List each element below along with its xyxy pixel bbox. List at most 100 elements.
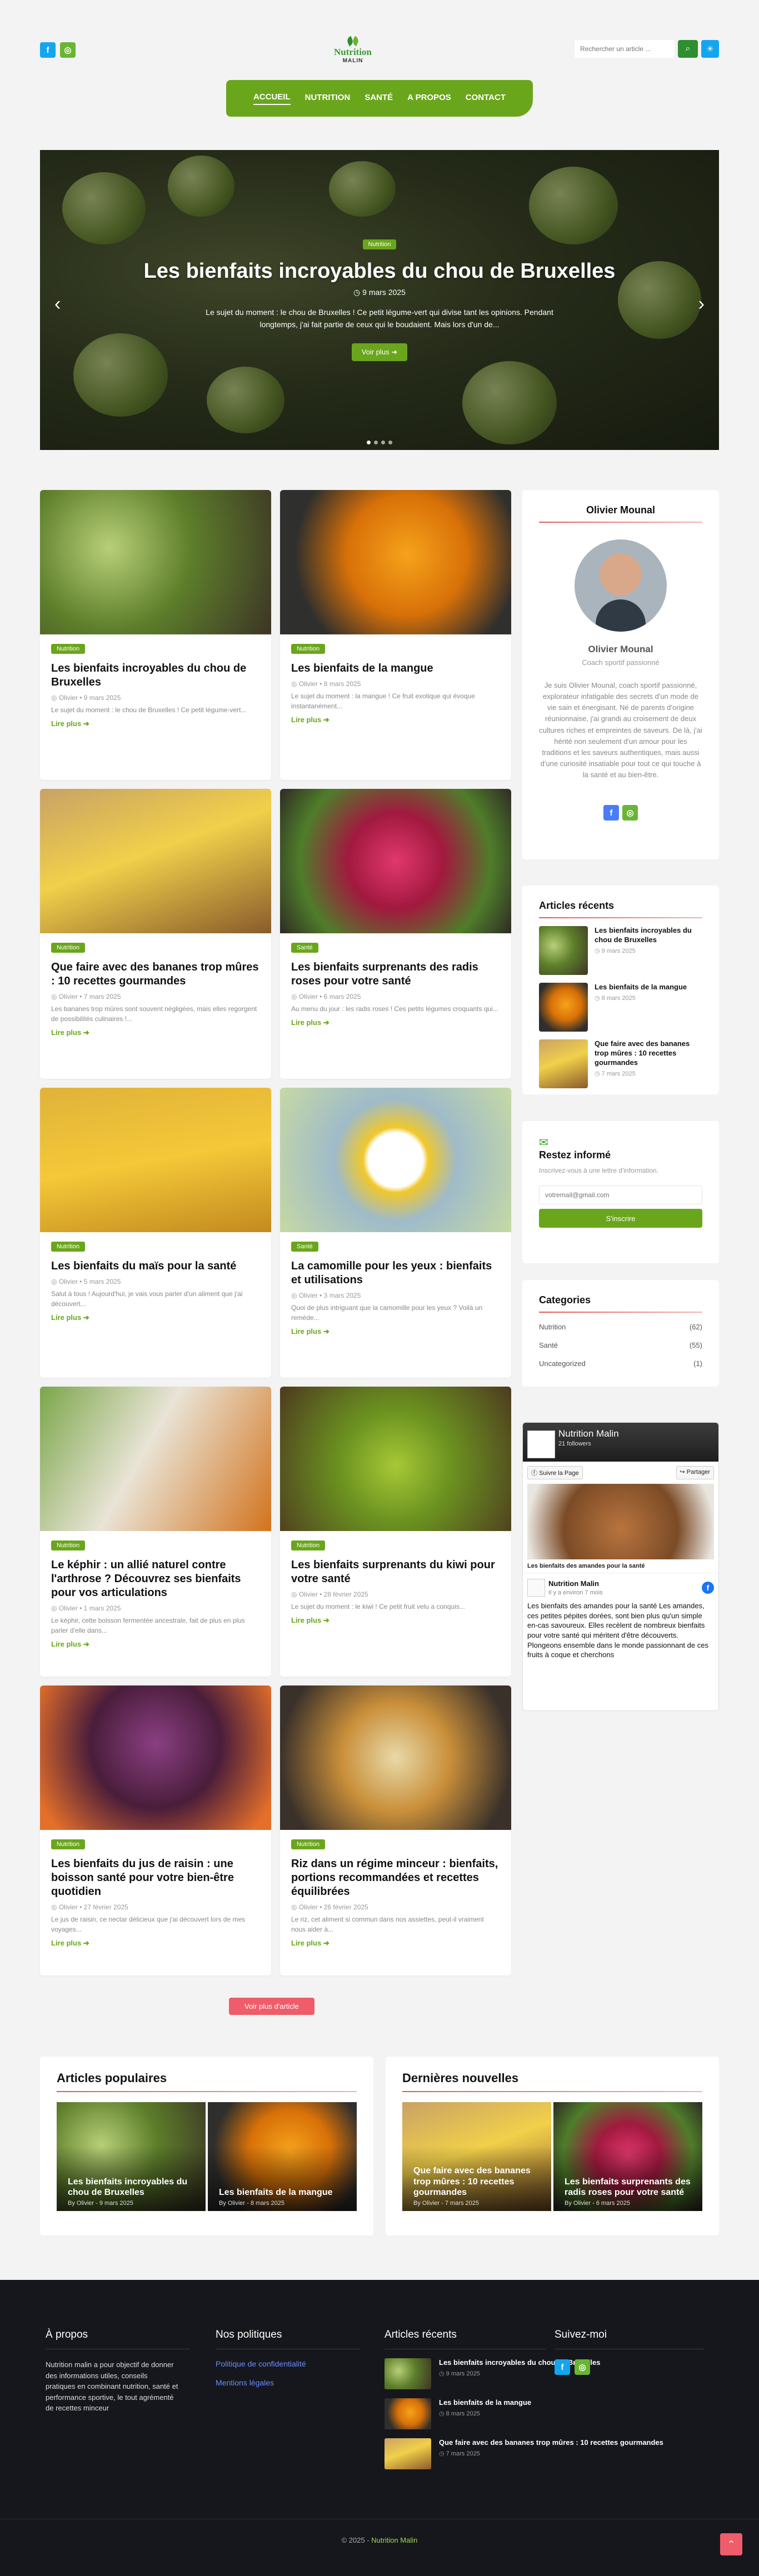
read-more-link[interactable]: Lire plus ➔ [291, 1939, 329, 1948]
article-card[interactable]: Nutrition Les bienfaits du maïs pour la … [40, 1088, 271, 1378]
category-badge[interactable]: Nutrition [291, 644, 325, 654]
article-image[interactable] [280, 1088, 511, 1232]
article-image[interactable] [40, 1685, 271, 1830]
article-image[interactable] [40, 789, 271, 933]
slider-dot[interactable] [374, 441, 378, 444]
facebook-post-author[interactable]: Nutrition Malin [548, 1579, 603, 1589]
search-input[interactable] [575, 40, 675, 58]
facebook-icon[interactable]: f [40, 42, 56, 58]
email-field[interactable] [539, 1186, 702, 1204]
instagram-icon[interactable]: ◎ [575, 2359, 590, 2375]
slider-dot[interactable] [381, 441, 385, 444]
footer-recent-item[interactable]: Que faire avec des bananes trop mûres : … [385, 2438, 663, 2469]
back-to-top-button[interactable]: ⌃ [720, 2533, 742, 2555]
popular-tile[interactable]: Les bienfaits de la mangue By Olivier - 8… [208, 2102, 357, 2211]
category-item[interactable]: Santé (55) [539, 1341, 702, 1349]
slider-next-arrow[interactable]: › [698, 293, 705, 315]
recent-article-item[interactable]: Les bienfaits incroyables du chou de Bru… [539, 926, 702, 975]
footer-recent-title-link[interactable]: Les bienfaits de la mangue [439, 2398, 531, 2408]
hero-title[interactable]: Les bienfaits incroyables du chou de Bru… [40, 259, 719, 283]
theme-toggle-button[interactable]: ☀ [701, 40, 719, 58]
article-image[interactable] [40, 490, 271, 634]
article-image[interactable] [40, 1088, 271, 1232]
tile-title[interactable]: Les bienfaits incroyables du chou de Bru… [68, 2177, 198, 2198]
category-item[interactable]: Uncategorized (1) [539, 1359, 702, 1368]
article-title[interactable]: Les bienfaits du jus de raisin : une boi… [51, 1857, 260, 1899]
category-name[interactable]: Santé [539, 1341, 558, 1349]
article-card[interactable]: Nutrition Les bienfaits de la mangue ◎ O… [280, 490, 511, 780]
nav-item-contact[interactable]: CONTACT [466, 93, 506, 104]
article-card[interactable]: Nutrition Les bienfaits incroyables du c… [40, 490, 271, 780]
article-card[interactable]: Santé Les bienfaits surprenants des radi… [280, 789, 511, 1079]
latest-tile[interactable]: Les bienfaits surprenants des radis rose… [553, 2102, 702, 2211]
article-title[interactable]: Les bienfaits de la mangue [291, 662, 500, 676]
recent-thumb[interactable] [539, 926, 588, 975]
read-more-link[interactable]: Lire plus ➔ [51, 1313, 89, 1322]
instagram-icon[interactable]: ◎ [622, 805, 638, 821]
instagram-icon[interactable]: ◎ [60, 42, 76, 58]
facebook-share-button[interactable]: ↪ Partager [676, 1466, 714, 1479]
slider-dot[interactable] [388, 441, 392, 444]
recent-title[interactable]: Les bienfaits incroyables du chou de Bru… [595, 926, 702, 945]
hero-category-badge[interactable]: Nutrition [362, 239, 397, 249]
tile-title[interactable]: Que faire avec des bananes trop mûres : … [413, 2165, 543, 2198]
slider-dot[interactable] [367, 441, 371, 444]
facebook-post-image[interactable] [527, 1484, 714, 1559]
article-card[interactable]: Santé La camomille pour les yeux : bienf… [280, 1088, 511, 1378]
facebook-page-logo[interactable] [527, 1430, 555, 1458]
tile-title[interactable]: Les bienfaits surprenants des radis rose… [565, 2177, 695, 2198]
category-item[interactable]: Nutrition (62) [539, 1323, 702, 1331]
subscribe-button[interactable]: S'inscrire [539, 1209, 702, 1228]
facebook-page-name[interactable]: Nutrition Malin [558, 1428, 619, 1439]
facebook-post-caption[interactable]: Les bienfaits des amandes pour la santé [523, 1559, 718, 1573]
category-badge[interactable]: Nutrition [51, 1540, 85, 1550]
footer-recent-item[interactable]: Les bienfaits de la mangue ◷ 8 mars 2025 [385, 2398, 663, 2429]
facebook-follow-button[interactable]: ⓕ Suivre la Page [527, 1466, 583, 1479]
footer-thumb[interactable] [385, 2398, 431, 2429]
facebook-post-avatar[interactable] [527, 1579, 545, 1597]
recent-title[interactable]: Les bienfaits de la mangue [595, 983, 687, 992]
popular-tile[interactable]: Les bienfaits incroyables du chou de Bru… [57, 2102, 206, 2211]
nav-item-nutrition[interactable]: NUTRITION [305, 93, 351, 104]
article-card[interactable]: Nutrition Les bienfaits du jus de raisin… [40, 1685, 271, 1975]
footer-thumb[interactable] [385, 2358, 431, 2389]
read-more-link[interactable]: Lire plus ➔ [291, 1327, 329, 1336]
copyright-brand-link[interactable]: Nutrition Malin [371, 2536, 417, 2544]
latest-tile[interactable]: Que faire avec des bananes trop mûres : … [402, 2102, 551, 2211]
category-badge[interactable]: Nutrition [51, 943, 85, 953]
footer-recent-title-link[interactable]: Que faire avec des bananes trop mûres : … [439, 2438, 663, 2448]
category-name[interactable]: Uncategorized [539, 1359, 586, 1368]
recent-article-item[interactable]: Les bienfaits de la mangue ◷ 8 mars 2025 [539, 983, 702, 1032]
footer-thumb[interactable] [385, 2438, 431, 2469]
read-more-link[interactable]: Lire plus ➔ [51, 1640, 89, 1649]
read-more-link[interactable]: Lire plus ➔ [51, 719, 89, 728]
article-title[interactable]: Que faire avec des bananes trop mûres : … [51, 961, 260, 988]
nav-item-a-propos[interactable]: A PROPOS [407, 93, 451, 104]
facebook-icon[interactable]: f [555, 2359, 570, 2375]
category-badge[interactable]: Nutrition [291, 1540, 325, 1550]
article-title[interactable]: Les bienfaits incroyables du chou de Bru… [51, 662, 260, 689]
article-image[interactable] [40, 1387, 271, 1531]
category-badge[interactable]: Nutrition [51, 1242, 85, 1252]
recent-title[interactable]: Que faire avec des bananes trop mûres : … [595, 1039, 702, 1068]
facebook-icon[interactable]: f [603, 805, 619, 821]
category-badge[interactable]: Santé [291, 943, 318, 953]
category-badge[interactable]: Nutrition [51, 644, 85, 654]
category-badge[interactable]: Nutrition [291, 1839, 325, 1849]
read-more-link[interactable]: Lire plus ➔ [51, 1028, 89, 1037]
legal-notice-link[interactable]: Mentions légales [216, 2378, 360, 2387]
read-more-link[interactable]: Lire plus ➔ [291, 1616, 329, 1625]
slider-prev-arrow[interactable]: ‹ [54, 293, 61, 315]
category-badge[interactable]: Santé [291, 1242, 318, 1252]
facebook-cover[interactable]: Nutrition Malin 21 followers [523, 1423, 718, 1462]
recent-thumb[interactable] [539, 983, 588, 1032]
privacy-policy-link[interactable]: Politique de confidentialité [216, 2359, 360, 2368]
article-title[interactable]: La camomille pour les yeux : bienfaits e… [291, 1259, 500, 1287]
article-title[interactable]: Les bienfaits surprenants des radis rose… [291, 961, 500, 988]
article-card[interactable]: Nutrition Les bienfaits surprenants du k… [280, 1387, 511, 1677]
article-title[interactable]: Les bienfaits surprenants du kiwi pour v… [291, 1558, 500, 1586]
article-image[interactable] [280, 1387, 511, 1531]
recent-article-item[interactable]: Que faire avec des bananes trop mûres : … [539, 1039, 702, 1088]
hero-read-more-button[interactable]: Voir plus ➜ [351, 343, 408, 361]
search-button[interactable]: ⌕ [678, 40, 698, 58]
